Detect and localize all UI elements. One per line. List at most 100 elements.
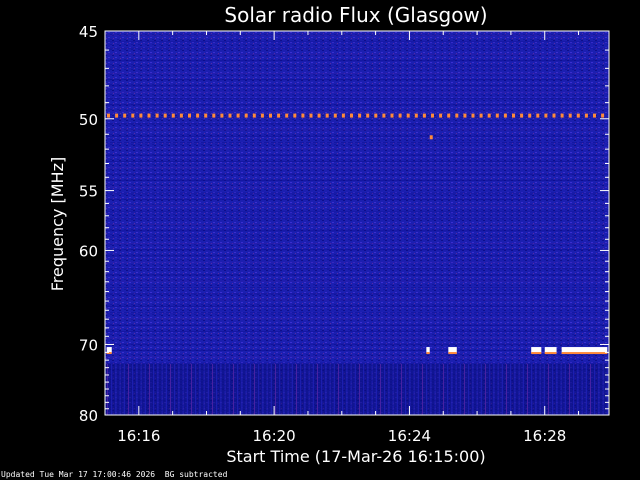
spectrogram-band bbox=[105, 142, 609, 144]
emission-dash-49-8mhz bbox=[536, 113, 540, 118]
spectrogram-streak bbox=[577, 363, 579, 415]
emission-dash-49-8mhz bbox=[382, 113, 386, 118]
x-tick-label: 16:16 bbox=[117, 427, 160, 445]
spectrogram-streak bbox=[350, 363, 352, 415]
spectrogram-streak bbox=[472, 363, 474, 415]
spectrogram-band bbox=[105, 41, 609, 43]
spectrogram-streak bbox=[245, 363, 247, 415]
emission-dash-49-8mhz bbox=[503, 113, 507, 118]
spectrogram-streak bbox=[132, 363, 134, 415]
emission-dash-49-8mhz bbox=[560, 113, 564, 118]
emission-dash-49-8mhz bbox=[366, 113, 370, 118]
spectrogram-band bbox=[105, 167, 609, 169]
y-tick-label: 60 bbox=[79, 242, 98, 260]
emission-dash-49-8mhz bbox=[487, 113, 491, 118]
spectrogram-streak bbox=[266, 363, 268, 415]
spectrogram-band bbox=[105, 362, 609, 364]
spectrogram-streak bbox=[186, 363, 188, 415]
spectrogram-band bbox=[105, 242, 609, 244]
spectrogram-streak bbox=[140, 363, 142, 415]
spectrogram-band bbox=[105, 129, 609, 131]
spectrogram-streak bbox=[359, 363, 360, 415]
spectrogram-streak bbox=[434, 363, 436, 415]
emission-burst-edge bbox=[531, 352, 542, 355]
spectrogram-streak bbox=[329, 363, 331, 415]
spectrogram-streak bbox=[506, 363, 507, 415]
emission-dash-49-8mhz bbox=[439, 113, 443, 118]
spectrogram-streak bbox=[207, 363, 209, 415]
spectrogram-streak bbox=[338, 363, 339, 415]
emission-dash-49-8mhz bbox=[390, 113, 394, 118]
emission-dash-49-8mhz bbox=[301, 113, 305, 118]
spectrogram-band bbox=[105, 135, 609, 137]
spectrogram-band bbox=[105, 35, 609, 36]
spectrogram-streak bbox=[296, 363, 297, 415]
spectrogram-streak bbox=[384, 363, 386, 415]
spectrogram-streak bbox=[119, 363, 121, 415]
spectrogram-streak bbox=[510, 363, 512, 415]
spectrogram-streak bbox=[560, 363, 562, 415]
emission-dash-49-8mhz bbox=[414, 113, 418, 118]
spectrogram-streak bbox=[564, 363, 566, 415]
emission-dash-49-8mhz bbox=[431, 113, 434, 118]
spectrogram-streak bbox=[312, 363, 314, 415]
spectrogram-streak bbox=[527, 363, 528, 415]
spectrogram-band bbox=[105, 179, 609, 181]
spectrogram-streak bbox=[531, 363, 533, 415]
spectrogram-streak bbox=[136, 363, 138, 415]
spectrogram-streak bbox=[279, 363, 281, 415]
emission-dash-49-8mhz bbox=[220, 113, 224, 118]
spectrogram-band bbox=[105, 205, 609, 207]
spectrogram-streak bbox=[178, 363, 180, 415]
emission-dash-49-8mhz bbox=[277, 113, 281, 118]
spectrogram-low-band bbox=[105, 363, 609, 415]
spectrogram-streak bbox=[191, 363, 192, 415]
emission-dash-49-8mhz bbox=[171, 113, 175, 118]
spectrogram-streak bbox=[304, 363, 306, 415]
emission-dash-49-8mhz bbox=[463, 113, 467, 118]
spectrogram-streak bbox=[233, 363, 234, 415]
spectrogram-band bbox=[105, 249, 609, 251]
emission-dash-49-8mhz bbox=[341, 113, 345, 118]
spectrogram-streak bbox=[380, 363, 381, 415]
spectrogram-band bbox=[105, 186, 609, 188]
emission-spot bbox=[429, 135, 433, 140]
emission-dash-49-8mhz bbox=[228, 113, 232, 118]
spectrogram-streak bbox=[371, 363, 373, 415]
spectrogram-streak bbox=[342, 363, 344, 415]
spectrogram-streak bbox=[430, 363, 432, 415]
spectrogram-streak bbox=[413, 363, 415, 415]
spectrogram-band bbox=[105, 343, 609, 345]
spectrogram-streak bbox=[123, 363, 125, 415]
spectrogram-band bbox=[105, 91, 609, 93]
spectrogram-streak bbox=[317, 363, 318, 415]
spectrogram-band bbox=[105, 66, 609, 68]
spectrogram-streak bbox=[165, 363, 167, 415]
emission-dash-49-8mhz bbox=[317, 113, 321, 118]
spectrogram-streak bbox=[535, 363, 537, 415]
spectrogram-band bbox=[105, 261, 609, 263]
emission-dash-49-8mhz bbox=[350, 113, 353, 118]
spectrogram-band bbox=[105, 331, 609, 333]
spectrogram-streak bbox=[346, 363, 348, 415]
spectrogram-streak bbox=[501, 363, 503, 415]
spectrogram-streak bbox=[522, 363, 524, 415]
spectrogram-streak bbox=[497, 363, 499, 415]
emission-dash-49-8mhz bbox=[479, 113, 483, 118]
spectrogram-band bbox=[105, 217, 609, 219]
spectrogram-streak bbox=[321, 363, 323, 415]
emission-dash-49-8mhz bbox=[188, 113, 191, 118]
emission-dash-49-8mhz bbox=[471, 113, 475, 118]
emission-dash-49-8mhz bbox=[285, 113, 289, 118]
spectrogram-band bbox=[105, 324, 609, 326]
spectrogram-streak bbox=[573, 363, 575, 415]
spectrogram-streak bbox=[405, 363, 407, 415]
spectrogram-streak bbox=[170, 363, 171, 415]
emission-dash-49-8mhz bbox=[131, 113, 135, 118]
spectrogram-streak bbox=[144, 363, 146, 415]
emission-dash-49-8mhz bbox=[115, 113, 119, 118]
emission-dash-49-8mhz bbox=[528, 113, 532, 118]
emission-dash-49-8mhz bbox=[447, 113, 451, 118]
spectrogram-streak bbox=[363, 363, 365, 415]
spectrogram-streak bbox=[422, 363, 423, 415]
